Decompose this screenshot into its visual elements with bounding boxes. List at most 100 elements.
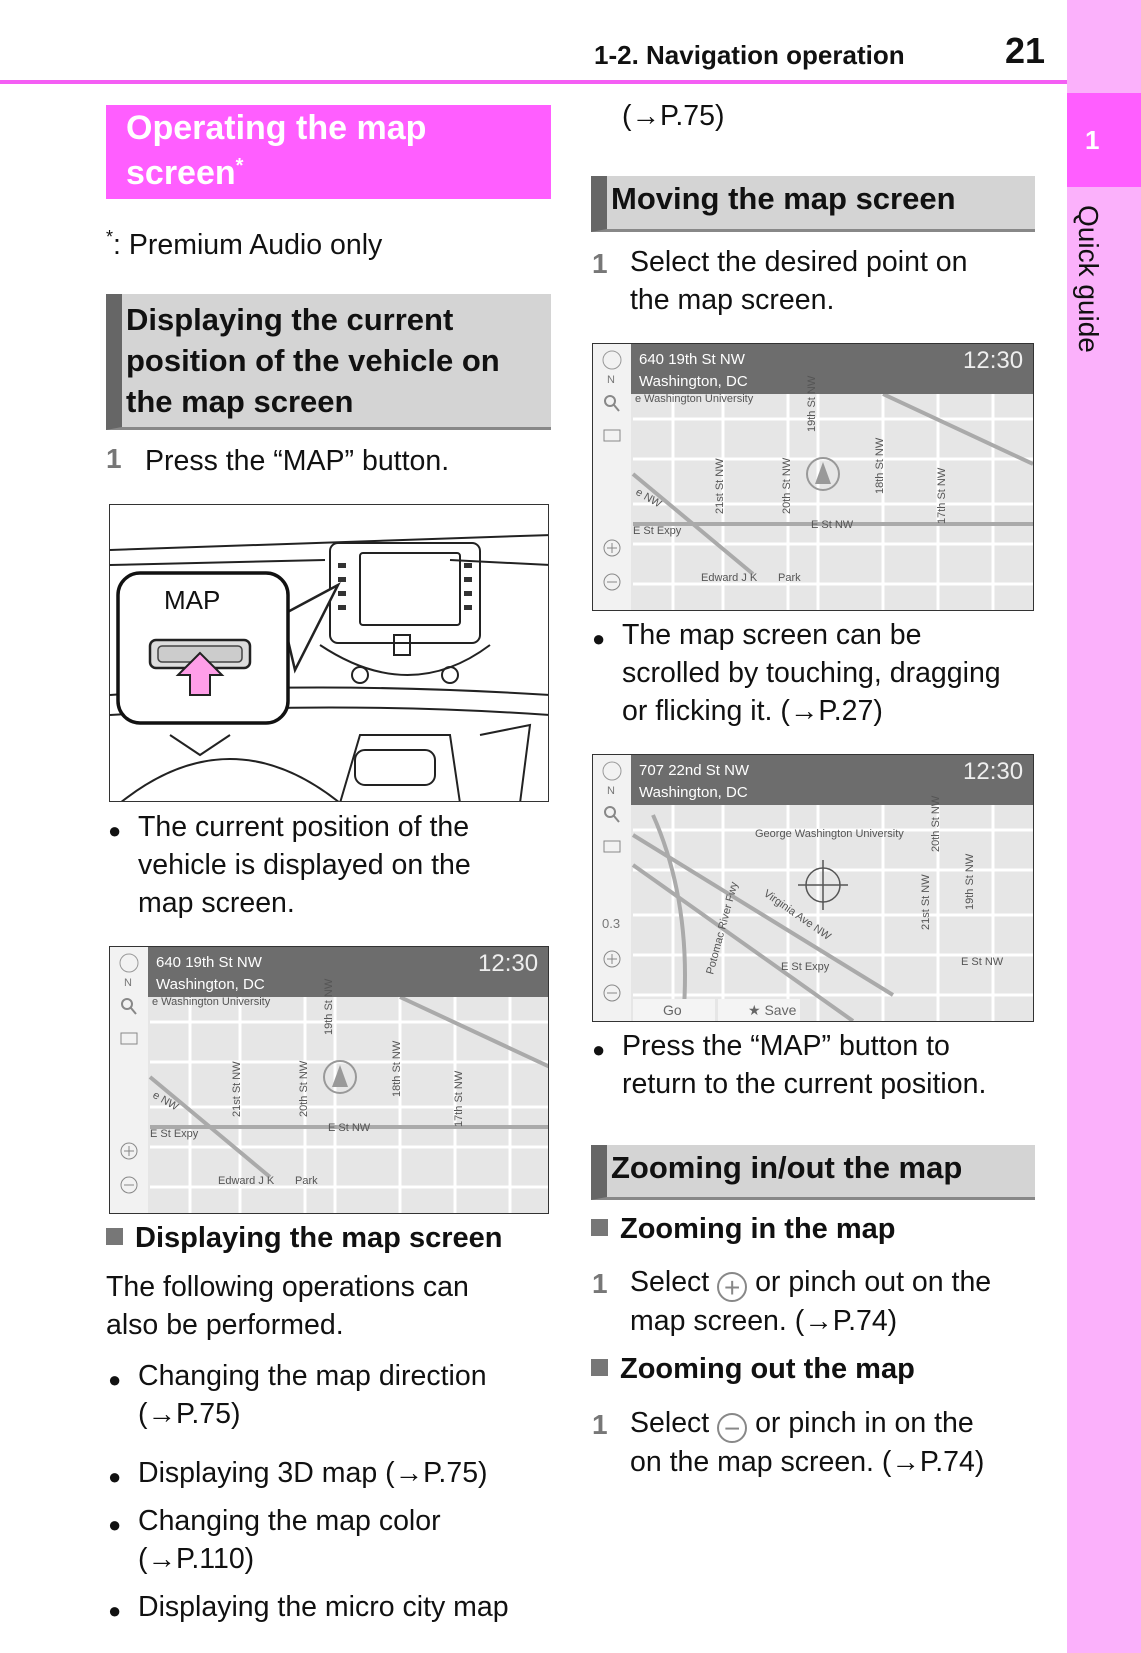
north-label: N bbox=[607, 374, 615, 386]
text-line: Changing the map color bbox=[138, 1505, 441, 1537]
map-street-label: E St NW bbox=[961, 956, 1004, 968]
bullet-icon: ● bbox=[108, 818, 122, 843]
address-text: 640 19th St NW bbox=[156, 954, 263, 971]
bullet-icon: ● bbox=[592, 626, 606, 651]
step-zoom-in: Select + or pinch out on the map screen.… bbox=[630, 1263, 991, 1340]
address-text: 640 19th St NW bbox=[639, 351, 746, 368]
step-number: 1 bbox=[592, 1409, 608, 1440]
title-line: screen bbox=[126, 154, 236, 193]
map-street-label: E St NW bbox=[328, 1122, 371, 1134]
map-street-label: 21st St NW bbox=[920, 874, 932, 930]
map-street-label: e Washington University bbox=[152, 996, 271, 1008]
map-street-label: 20th St NW bbox=[781, 457, 793, 514]
text-line: The following operations can bbox=[106, 1271, 469, 1303]
footnote: *: Premium Audio only bbox=[106, 218, 382, 264]
map-street-label: 17th St NW bbox=[453, 1070, 465, 1127]
dashboard-drawing bbox=[110, 534, 548, 801]
subheading-text: Zooming out the map bbox=[620, 1353, 915, 1385]
step-number: 1 bbox=[106, 443, 122, 474]
text-line: The map screen can be bbox=[622, 619, 922, 651]
footnote-text: : Premium Audio only bbox=[113, 228, 383, 261]
map-street-label: Edward J K bbox=[218, 1175, 275, 1187]
text-line: map screen. bbox=[138, 887, 295, 919]
step-select-point: Select the desired point on the map scree… bbox=[630, 243, 967, 319]
bullet-scroll: The map screen can be scrolled by touchin… bbox=[622, 616, 1001, 730]
bullet-return: Press the “MAP” button to return to the c… bbox=[622, 1027, 986, 1103]
subheading-zoom-in: Zooming in the map bbox=[591, 1213, 896, 1246]
subheading-text: Zooming in the map bbox=[620, 1213, 896, 1245]
subheading-displaying-map: Displaying the map screen bbox=[106, 1222, 502, 1255]
north-label: N bbox=[124, 977, 132, 989]
heading-line: the map screen bbox=[126, 384, 354, 419]
text-line: or flicking it. (→P.27) bbox=[622, 695, 883, 727]
map-street-label: 17th St NW bbox=[936, 467, 948, 524]
map-street-label: 21st St NW bbox=[231, 1061, 243, 1117]
text: or pinch out on the bbox=[755, 1266, 992, 1298]
square-bullet-icon bbox=[591, 1359, 608, 1376]
text-line: vehicle is displayed on the bbox=[138, 849, 471, 881]
north-label: N bbox=[607, 785, 615, 797]
text-line: map screen. (→P.74) bbox=[630, 1305, 898, 1337]
map-button-label: ★ Save bbox=[748, 1002, 797, 1018]
map-street-label: 18th St NW bbox=[391, 1040, 403, 1097]
map-street-label: 19th St NW bbox=[323, 978, 335, 1035]
bullet-icon: ● bbox=[108, 1512, 122, 1537]
chapter-number: 1 bbox=[1085, 125, 1100, 155]
subheading-zoom-out: Zooming out the map bbox=[591, 1353, 915, 1386]
text-line: The current position of the bbox=[138, 811, 470, 843]
text-line: return to the current position. bbox=[622, 1068, 987, 1100]
text-line: Select the desired point on bbox=[630, 246, 968, 278]
heading-current-position: Displaying the current position of the v… bbox=[106, 294, 551, 430]
map-screenshot-current: N 640 19th St NW Washington, DC 12:30 e Wash… bbox=[109, 946, 549, 1214]
bullet-map-direction: Changing the map direction (→P.75) bbox=[138, 1357, 487, 1433]
step-zoom-out: Select − or pinch in on the on the map s… bbox=[630, 1404, 984, 1481]
bullet-icon: ● bbox=[108, 1598, 122, 1623]
text-line: the map screen. bbox=[630, 284, 835, 316]
text: Select bbox=[630, 1266, 710, 1298]
map-street-label: 18th St NW bbox=[874, 437, 886, 494]
map-screenshot-scrolled: N 0.3 707 22nd St NW Washington, DC 12:30 Geo… bbox=[592, 754, 1034, 1022]
heading-line: position of the vehicle on bbox=[126, 343, 500, 378]
clock-time: 12:30 bbox=[963, 347, 1023, 374]
map-street-label: e Washington University bbox=[635, 393, 754, 405]
text-line: (→P.75) bbox=[138, 1398, 241, 1430]
map-street-label: 21st St NW bbox=[714, 458, 726, 514]
map-street-label: E St Expy bbox=[633, 525, 682, 537]
step-text: Press the “MAP” button. bbox=[145, 445, 450, 477]
text-line: scrolled by touching, dragging bbox=[622, 657, 1001, 689]
dashboard-illustration: MAP bbox=[109, 504, 549, 802]
map-button-label: MAP bbox=[164, 585, 221, 615]
title-line: Operating the map bbox=[126, 109, 427, 147]
map-street-label: E St Expy bbox=[150, 1128, 199, 1140]
footnote-mark: * bbox=[235, 155, 244, 177]
bullet-current-position: The current position of the vehicle is d… bbox=[138, 808, 471, 922]
map-street-label: E St Expy bbox=[781, 961, 830, 973]
map-drawing: N 640 19th St NW Washington, DC 12:30 e Wash… bbox=[593, 344, 1033, 610]
map-street-label: Edward J K bbox=[701, 572, 758, 584]
page-number: 21 bbox=[1005, 30, 1046, 71]
map-street-label: 19th St NW bbox=[964, 853, 976, 910]
clock-time: 12:30 bbox=[478, 950, 538, 977]
page-title: Operating the map screen* bbox=[106, 105, 551, 199]
zoom-out-icon: − bbox=[717, 1413, 748, 1443]
city-text: Washington, DC bbox=[156, 976, 265, 993]
step-number: 1 bbox=[592, 248, 608, 279]
subheading-text: Displaying the map screen bbox=[135, 1222, 503, 1254]
map-drawing: N 640 19th St NW Washington, DC 12:30 e Wash… bbox=[110, 947, 548, 1213]
bullet-map-color: Changing the map color (→P.110) bbox=[138, 1502, 441, 1578]
map-screenshot-select: N 640 19th St NW Washington, DC 12:30 e Wash… bbox=[592, 343, 1034, 611]
text-line: Changing the map direction bbox=[138, 1360, 487, 1392]
step-number: 1 bbox=[592, 1268, 608, 1299]
map-street-label: 20th St NW bbox=[930, 795, 942, 852]
paragraph: The following operations can also be per… bbox=[106, 1268, 469, 1344]
chapter-label: Quick guide bbox=[1073, 205, 1104, 353]
bullet-icon: ● bbox=[108, 1367, 122, 1392]
bullet-3d-map: Displaying 3D map (→P.75) bbox=[138, 1457, 488, 1489]
square-bullet-icon bbox=[106, 1228, 123, 1245]
header-rule bbox=[0, 80, 1067, 84]
map-street-label: George Washington University bbox=[755, 828, 904, 840]
text-line: also be performed. bbox=[106, 1309, 344, 1341]
text: Select bbox=[630, 1407, 710, 1439]
section-header: 1-2. Navigation operation bbox=[594, 40, 905, 70]
map-street-label: E St NW bbox=[811, 519, 854, 531]
